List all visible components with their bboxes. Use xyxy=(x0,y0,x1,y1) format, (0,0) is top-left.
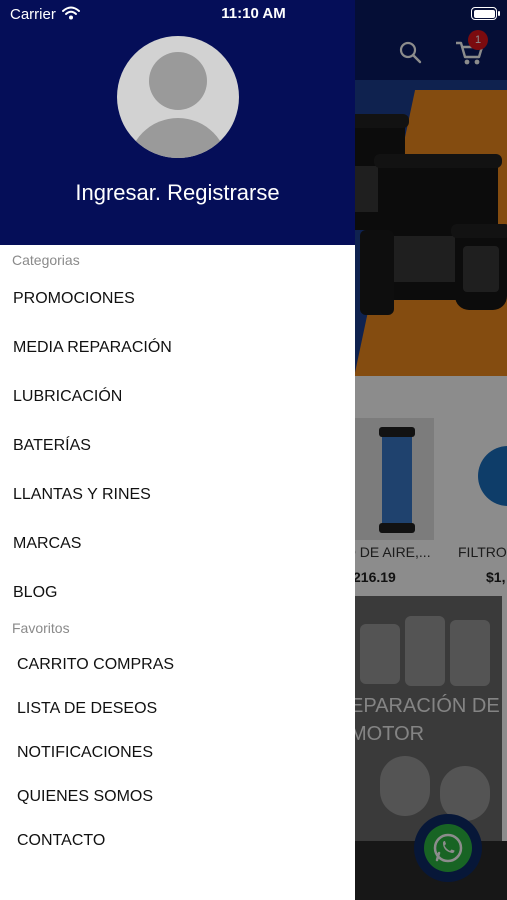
menu-item-marcas[interactable]: MARCAS xyxy=(13,535,81,553)
menu-item-contacto[interactable]: CONTACTO xyxy=(17,832,105,850)
clock: 11:10 AM xyxy=(221,5,286,22)
menu-item-baterias[interactable]: BATERÍAS xyxy=(13,437,91,455)
menu-item-blog[interactable]: BLOG xyxy=(13,584,57,602)
login-register-link[interactable]: Ingresar. Registrarse xyxy=(0,180,355,206)
menu-item-media-reparacion[interactable]: MEDIA REPARACIÓN xyxy=(13,339,172,357)
battery-icon xyxy=(471,7,500,20)
menu-item-notificaciones[interactable]: NOTIFICACIONES xyxy=(17,744,153,762)
status-bar: Carrier 11:10 AM xyxy=(0,0,507,28)
drawer-header: Ingresar. Registrarse xyxy=(0,0,355,245)
menu-item-quienes-somos[interactable]: QUIENES SOMOS xyxy=(17,788,153,806)
navigation-drawer: Ingresar. Registrarse Categorias PROMOCI… xyxy=(0,0,355,900)
categories-section-label: Categorias xyxy=(12,252,80,268)
avatar-placeholder-icon[interactable] xyxy=(117,36,239,158)
menu-item-lubricacion[interactable]: LUBRICACIÓN xyxy=(13,388,122,406)
menu-item-llantas-y-rines[interactable]: LLANTAS Y RINES xyxy=(13,486,151,504)
menu-item-lista-de-deseos[interactable]: LISTA DE DESEOS xyxy=(17,700,157,718)
favorites-section-label: Favoritos xyxy=(12,620,70,636)
menu-item-promociones[interactable]: PROMOCIONES xyxy=(13,290,135,308)
menu-item-carrito-compras[interactable]: CARRITO COMPRAS xyxy=(17,656,174,674)
